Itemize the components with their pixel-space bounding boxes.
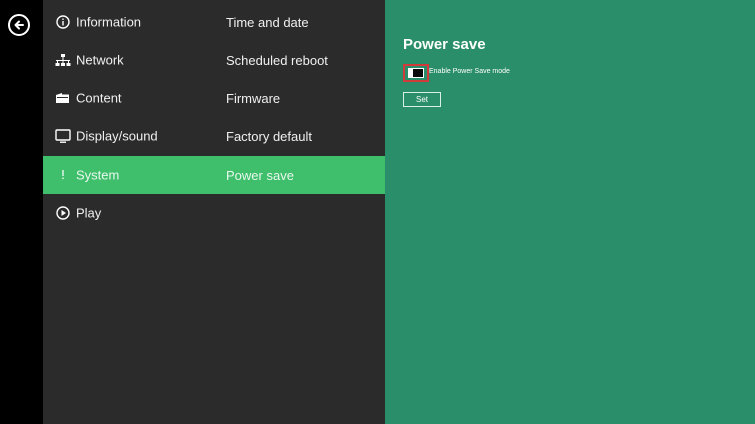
menu-item-label: Display/sound — [76, 128, 158, 144]
menu-item-label: Play — [76, 205, 102, 221]
submenu-item-label: Power save — [226, 167, 294, 183]
network-icon — [55, 52, 71, 68]
submenu-item-factory-default[interactable]: Factory default — [226, 117, 385, 155]
power-save-option: Enable Power Save mode — [403, 64, 603, 82]
submenu-item-time-and-date[interactable]: Time and date — [226, 3, 385, 41]
settings-menu: Information Time and date Network Schedu… — [43, 0, 385, 424]
submenu-item-label: Firmware — [226, 90, 281, 106]
folder-icon — [55, 90, 71, 106]
menu-row: Display/sound Factory default — [43, 117, 385, 155]
menu-item-play[interactable]: Play — [43, 194, 214, 232]
menu-row: Play — [43, 194, 385, 232]
menu-row: Network Scheduled reboot — [43, 41, 385, 79]
power-save-toggle[interactable] — [408, 68, 424, 78]
info-circle-icon — [55, 14, 71, 30]
toggle-knob — [409, 69, 413, 77]
submenu-item-firmware[interactable]: Firmware — [226, 79, 385, 117]
play-circle-icon — [55, 205, 71, 221]
menu-item-network[interactable]: Network — [43, 41, 214, 79]
menu-item-information[interactable]: Information — [43, 3, 214, 41]
set-button[interactable]: Set — [403, 92, 441, 107]
back-arrow-circle-icon — [14, 20, 24, 30]
panel-title: Power save — [403, 36, 486, 53]
submenu-item-label: Scheduled reboot — [226, 52, 328, 68]
menu-row: Content Firmware — [43, 79, 385, 117]
submenu-item-scheduled-reboot[interactable]: Scheduled reboot — [226, 41, 385, 79]
back-button[interactable] — [8, 14, 30, 36]
menu-item-label: Network — [76, 52, 124, 68]
menu-item-label: Information — [76, 14, 142, 30]
submenu-item-power-save[interactable]: Power save — [226, 156, 385, 194]
left-rail — [0, 0, 43, 424]
monitor-icon — [55, 128, 71, 144]
menu-item-content[interactable]: Content — [43, 79, 214, 117]
settings-screen: Information Time and date Network Schedu… — [0, 0, 755, 424]
submenu-item-label: Factory default — [226, 128, 312, 144]
power-save-panel: Power save Enable Power Save mode Set — [385, 0, 755, 424]
menu-row-active: System Power save — [43, 156, 385, 194]
menu-item-label: Content — [76, 90, 122, 106]
submenu-item-label: Time and date — [226, 14, 309, 30]
system-icon — [55, 167, 71, 183]
menu-row: Information Time and date — [43, 3, 385, 41]
menu-item-system[interactable]: System — [43, 156, 214, 194]
menu-item-display-sound[interactable]: Display/sound — [43, 117, 214, 155]
power-save-option-label: Enable Power Save mode — [429, 68, 510, 75]
menu-item-label: System — [76, 167, 120, 183]
